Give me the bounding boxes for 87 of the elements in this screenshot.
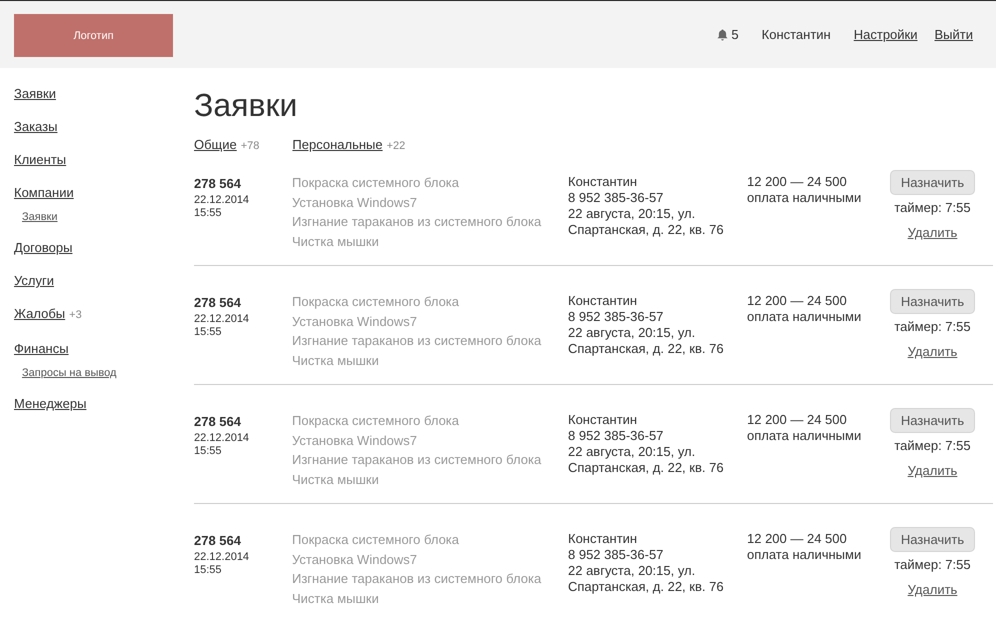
tab-link[interactable]: Персональные (292, 137, 383, 152)
sidebar-sublink[interactable]: Заявки (22, 210, 58, 225)
payment-method: оплата наличными (747, 190, 862, 206)
logo: Логотип (14, 14, 173, 57)
timer-text: таймер: 7:55 (894, 557, 971, 572)
service-item: Изгнание тараканов из системного блока (292, 332, 542, 350)
delete-link[interactable]: Удалить (908, 582, 958, 597)
tab-count: +78 (240, 140, 260, 152)
client-name: Константин (568, 412, 638, 428)
price-range: 12 200 — 24 500 (747, 412, 847, 428)
payment-method: оплата наличными (747, 428, 862, 444)
notification-counter[interactable]: 5 (717, 27, 739, 42)
assign-button[interactable]: Назначить (890, 408, 975, 433)
client-address: 22 августа, 20:15, ул. (568, 206, 696, 222)
sidebar-link[interactable]: Компании (14, 185, 74, 200)
service-item: Покраска системного блока (292, 531, 460, 549)
order-time: 15:55 (194, 445, 222, 458)
sidebar-link[interactable]: Жалобы (14, 306, 66, 321)
service-item: Чистка мышки (292, 352, 379, 370)
sidebar-link[interactable]: Заявки (14, 86, 56, 101)
price-range: 12 200 — 24 500 (747, 531, 847, 547)
timer-text: таймер: 7:55 (894, 438, 971, 453)
timer-text: таймер: 7:55 (894, 200, 971, 215)
client-address: Спартанская, д. 22, кв. 76 (568, 222, 724, 238)
client-phone: 8 952 385-36-57 (568, 547, 664, 563)
delete-link[interactable]: Удалить (908, 463, 958, 478)
service-item: Установка Windows7 (292, 194, 418, 212)
order-time: 15:55 (194, 326, 222, 339)
service-item: Установка Windows7 (292, 432, 418, 450)
sidebar-sublink[interactable]: Запросы на вывод (22, 366, 116, 381)
payment-method: оплата наличными (747, 309, 862, 325)
client-phone: 8 952 385-36-57 (568, 428, 664, 444)
order-time: 15:55 (194, 207, 222, 220)
price-range: 12 200 — 24 500 (747, 293, 847, 309)
client-address: Спартанская, д. 22, кв. 76 (568, 341, 724, 357)
header-link[interactable]: Выйти (934, 27, 973, 42)
client-name: Константин (568, 531, 638, 547)
service-item: Установка Windows7 (292, 312, 418, 330)
user-name: Константин (762, 27, 831, 42)
timer-text: таймер: 7:55 (894, 319, 971, 334)
service-item: Чистка мышки (292, 590, 379, 608)
service-item: Покраска системного блока (292, 174, 460, 192)
client-name: Константин (568, 174, 638, 190)
order-date: 22.12.2014 (194, 551, 250, 564)
client-address: Спартанская, д. 22, кв. 76 (568, 460, 724, 476)
delete-link[interactable]: Удалить (908, 344, 958, 359)
sidebar-count: +3 (69, 308, 82, 323)
order-number: 278 564 (194, 414, 241, 429)
header-link[interactable]: Настройки (854, 27, 918, 42)
assign-button[interactable]: Назначить (890, 527, 975, 552)
order-number: 278 564 (194, 533, 241, 548)
assign-button[interactable]: Назначить (890, 289, 975, 314)
payment-method: оплата наличными (747, 547, 862, 563)
price-range: 12 200 — 24 500 (747, 174, 847, 190)
tab-count: +22 (386, 140, 406, 152)
sidebar-link[interactable]: Заказы (14, 119, 58, 134)
client-address: 22 августа, 20:15, ул. (568, 444, 696, 460)
client-phone: 8 952 385-36-57 (568, 309, 664, 325)
delete-link[interactable]: Удалить (908, 225, 958, 240)
client-address: 22 августа, 20:15, ул. (568, 563, 696, 579)
client-address: 22 августа, 20:15, ул. (568, 325, 696, 341)
order-time: 15:55 (194, 564, 222, 577)
service-item: Изгнание тараканов из системного блока (292, 451, 542, 469)
service-item: Чистка мышки (292, 470, 379, 488)
sidebar-link[interactable]: Финансы (14, 341, 69, 356)
client-phone: 8 952 385-36-57 (568, 190, 664, 206)
order-number: 278 564 (194, 295, 241, 310)
service-item: Изгнание тараканов из системного блока (292, 570, 542, 588)
bell-icon (717, 28, 728, 40)
service-item: Покраска системного блока (292, 293, 460, 311)
order-date: 22.12.2014 (194, 432, 250, 445)
sidebar-link[interactable]: Договоры (14, 240, 72, 255)
assign-button[interactable]: Назначить (890, 170, 975, 195)
service-item: Установка Windows7 (292, 550, 418, 568)
tab-link[interactable]: Общие (194, 137, 237, 152)
order-date: 22.12.2014 (194, 194, 250, 207)
sidebar-link[interactable]: Клиенты (14, 152, 66, 167)
client-address: Спартанская, д. 22, кв. 76 (568, 579, 724, 595)
service-item: Чистка мышки (292, 232, 379, 250)
service-item: Покраска системного блока (292, 412, 460, 430)
sidebar-link[interactable]: Менеджеры (14, 396, 86, 411)
order-date: 22.12.2014 (194, 313, 250, 326)
client-name: Константин (568, 293, 638, 309)
page-title: Заявки (194, 87, 298, 123)
sidebar-link[interactable]: Услуги (14, 273, 54, 288)
order-number: 278 564 (194, 176, 241, 191)
service-item: Изгнание тараканов из системного блока (292, 213, 542, 231)
